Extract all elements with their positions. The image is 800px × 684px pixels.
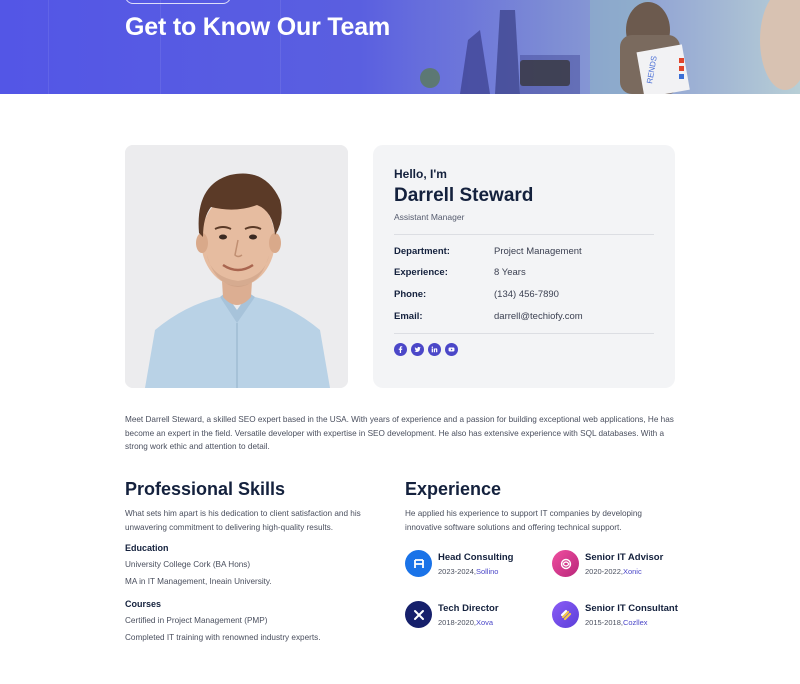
detail-label: Email: bbox=[394, 311, 423, 322]
divider bbox=[394, 333, 654, 334]
page-title: Get to Know Our Team bbox=[125, 13, 390, 41]
profile-photo-illustration bbox=[125, 145, 348, 388]
experience-title: Head Consulting bbox=[438, 552, 514, 563]
detail-value[interactable]: darrell@techiofy.com bbox=[494, 311, 583, 322]
experience-company[interactable]: Xova bbox=[476, 618, 493, 627]
member-bio: Meet Darrell Steward, a skilled SEO expe… bbox=[125, 415, 674, 452]
experience-company[interactable]: Xonic bbox=[623, 567, 642, 576]
experience-item: Senior IT Advisor 2020-2022,Xonic bbox=[552, 550, 692, 580]
xova-logo-icon bbox=[405, 601, 432, 628]
skills-intro: What sets him apart is his dedication to… bbox=[125, 509, 361, 532]
experience-title: Senior IT Consultant bbox=[585, 603, 678, 614]
experience-years: 2023-2024, bbox=[438, 567, 476, 576]
experience-item: Tech Director 2018-2020,Xova bbox=[405, 601, 545, 631]
hero-tag-pill bbox=[125, 0, 231, 4]
member-name: Darrell Steward bbox=[394, 185, 534, 206]
experience-heading: Experience bbox=[405, 479, 502, 499]
profile-info-card: Hello, I'm Darrell Steward Assistant Man… bbox=[373, 145, 675, 388]
education-item: MA in IT Management, Ineain University. bbox=[125, 577, 272, 586]
skills-heading: Professional Skills bbox=[125, 479, 286, 499]
youtube-icon[interactable] bbox=[445, 343, 458, 356]
experience-company[interactable]: Sollino bbox=[476, 567, 499, 576]
hero-team-photo: RENDS bbox=[420, 0, 800, 94]
experience-item: Senior IT Consultant 2015-2018,Cozllex bbox=[552, 601, 692, 631]
divider bbox=[394, 234, 654, 235]
education-heading: Education bbox=[125, 543, 169, 553]
experience-years: 2018-2020, bbox=[438, 618, 476, 627]
experience-years: 2015-2018, bbox=[585, 618, 623, 627]
sollino-logo-icon bbox=[405, 550, 432, 577]
course-item: Certified in Project Management (PMP) bbox=[125, 616, 268, 625]
profile-photo bbox=[125, 145, 348, 388]
detail-value[interactable]: (134) 456-7890 bbox=[494, 289, 559, 300]
detail-label: Experience: bbox=[394, 267, 448, 278]
courses-heading: Courses bbox=[125, 599, 162, 609]
xonic-logo-icon bbox=[552, 550, 579, 577]
detail-value: 8 Years bbox=[494, 267, 526, 278]
experience-dates: 2018-2020,Xova bbox=[438, 618, 493, 627]
education-item: University College Cork (BA Hons) bbox=[125, 560, 251, 569]
experience-company[interactable]: Cozllex bbox=[623, 618, 648, 627]
twitter-icon[interactable] bbox=[411, 343, 424, 356]
experience-dates: 2015-2018,Cozllex bbox=[585, 618, 648, 627]
social-links bbox=[394, 343, 458, 356]
facebook-icon[interactable] bbox=[394, 343, 407, 356]
experience-intro: He applied his experience to support IT … bbox=[405, 509, 642, 532]
detail-label: Department: bbox=[394, 246, 450, 257]
cozllex-logo-icon bbox=[552, 601, 579, 628]
greeting: Hello, I'm bbox=[394, 167, 447, 181]
experience-years: 2020-2022, bbox=[585, 567, 623, 576]
linkedin-icon[interactable] bbox=[428, 343, 441, 356]
experience-item: Head Consulting 2023-2024,Sollino bbox=[405, 550, 545, 580]
course-item: Completed IT training with renowned indu… bbox=[125, 633, 321, 642]
experience-dates: 2023-2024,Sollino bbox=[438, 567, 498, 576]
detail-value: Project Management bbox=[494, 246, 582, 257]
experience-title: Tech Director bbox=[438, 603, 499, 614]
hero-banner: RENDS Get to Know Our Team bbox=[0, 0, 800, 94]
hero-grid-line bbox=[48, 0, 49, 94]
experience-title: Senior IT Advisor bbox=[585, 552, 664, 563]
member-role: Assistant Manager bbox=[394, 212, 465, 222]
detail-label: Phone: bbox=[394, 289, 427, 300]
experience-dates: 2020-2022,Xonic bbox=[585, 567, 642, 576]
